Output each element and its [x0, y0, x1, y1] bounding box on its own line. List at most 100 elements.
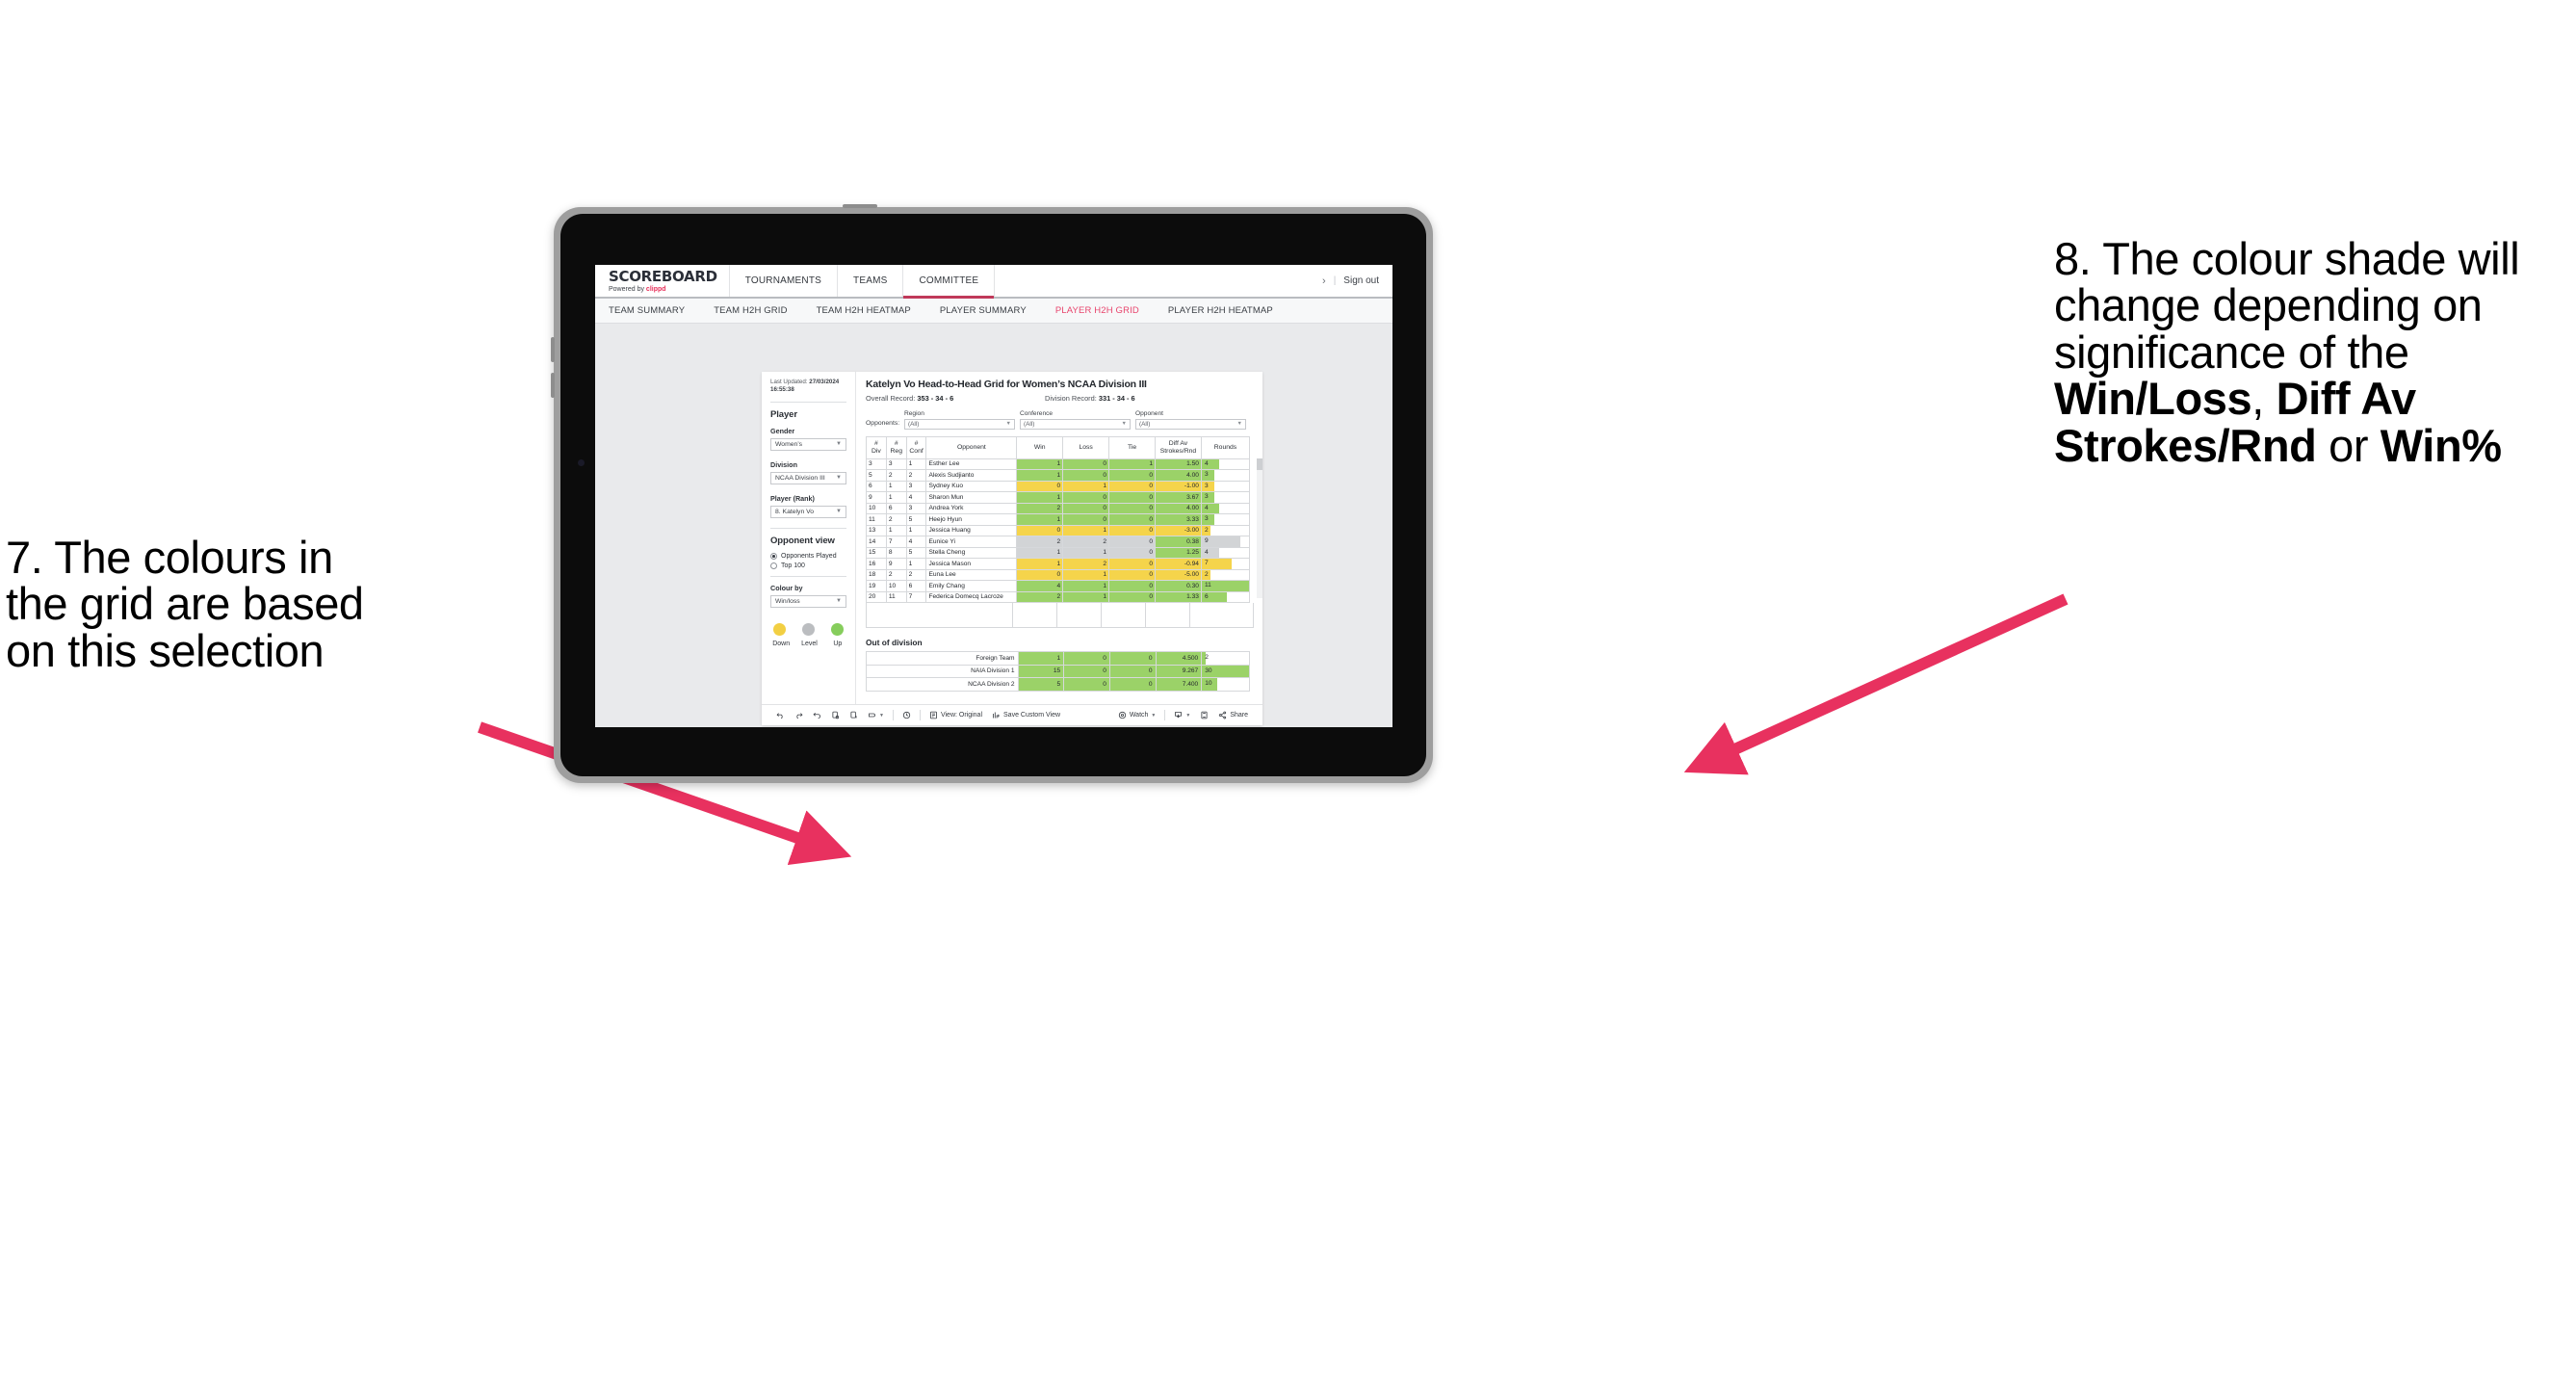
gender-select[interactable]: Women’s ▼	[770, 437, 846, 451]
radio-top-100[interactable]: Top 100	[770, 562, 846, 569]
cell-loss: 0	[1062, 458, 1110, 470]
subnav-team-summary[interactable]: TEAM SUMMARY	[609, 305, 702, 316]
table-row[interactable]: 20 11 7 Federica Domecq Lacroze 2 1 0 1.33 6	[866, 590, 1251, 603]
cell-div: 14	[866, 536, 887, 548]
division-record: Division Record: 331 - 34 - 6	[1045, 394, 1135, 403]
redo-icon[interactable]	[790, 711, 808, 719]
topnav-teams[interactable]: TEAMS	[838, 265, 904, 297]
sign-out-link[interactable]: Sign out	[1343, 275, 1379, 286]
undo-icon[interactable]	[771, 711, 790, 719]
cell-conf: 2	[905, 568, 927, 581]
radio-opponents-played[interactable]: Opponents Played	[770, 552, 846, 560]
cell-rounds: 3	[1200, 513, 1251, 526]
power-button[interactable]	[843, 204, 877, 208]
cell-reg: 7	[885, 536, 907, 548]
conference-select[interactable]: (All) ▼	[1020, 418, 1131, 430]
division-select[interactable]: NCAA Division III ▼	[770, 471, 846, 484]
history-icon[interactable]	[898, 711, 916, 719]
chevron-right-icon[interactable]: ›	[1322, 275, 1326, 287]
subnav-team-h2h-grid[interactable]: TEAM H2H GRID	[714, 305, 804, 316]
visualization-card: Last Updated: 27/03/2024 16:55:38 Player…	[762, 372, 1262, 725]
highlight-icon[interactable]: ▼	[863, 711, 889, 719]
table-row[interactable]: 11 2 5 Heejo Hyun 1 0 0 3.33 3	[866, 513, 1251, 526]
share-icon[interactable]: Share	[1213, 711, 1253, 719]
grid-scrollbar-track[interactable]	[1257, 458, 1262, 598]
cell-rounds: 2	[1201, 651, 1250, 666]
view-original-icon[interactable]: View: Original	[924, 711, 987, 719]
table-row[interactable]: 3 3 1 Esther Lee 1 0 1 1.50 4	[866, 458, 1251, 470]
legend-label-up: Up	[833, 640, 843, 647]
table-row[interactable]: 6 1 3 Sydney Kuo 0 1 0 -1.00 3	[866, 480, 1251, 492]
volume-up-button[interactable]	[551, 337, 555, 362]
cell-loss: 0	[1063, 677, 1110, 692]
table-row[interactable]: 9 1 4 Sharon Mun 1 0 0 3.67 3	[866, 491, 1251, 504]
watch-icon[interactable]: Watch ▼	[1113, 711, 1161, 719]
topnav-committee[interactable]: COMMITTEE	[903, 265, 996, 299]
header-right-actions: › | Sign out	[1322, 265, 1392, 297]
brand-logo[interactable]: SCOREBOARD Powered by clippd	[595, 265, 730, 297]
cell-reg: 3	[885, 458, 907, 470]
legend-dot-down	[773, 622, 786, 636]
radio-icon-selected	[770, 552, 777, 560]
download-icon[interactable]: ▼	[1169, 711, 1195, 719]
cell-div: 16	[866, 558, 887, 570]
cell-tie: 0	[1108, 664, 1157, 678]
table-row[interactable]: 10 6 3 Andrea York 2 0 0 4.00 4	[866, 502, 1251, 514]
cell-win: 4	[1016, 580, 1064, 592]
h2h-grid-head: #Div #Reg #Conf Opponent Win Loss Tie	[866, 435, 1251, 459]
cell-opponent: Euna Lee	[925, 568, 1018, 581]
cell-tie: 0	[1108, 502, 1157, 514]
table-row[interactable]: 18 2 2 Euna Lee 0 1 0 -5.00 2	[866, 568, 1251, 581]
volume-down-button[interactable]	[551, 373, 555, 398]
region-select[interactable]: (All) ▼	[904, 418, 1015, 430]
table-row[interactable]: NCAA Division 2 5 0 0 7.400 10	[866, 677, 1250, 692]
grid-scrollbar-thumb[interactable]	[1257, 458, 1262, 470]
subnav-player-summary[interactable]: PLAYER SUMMARY	[940, 305, 1044, 316]
cell-conf: 3	[905, 502, 927, 514]
subnav-team-h2h-heatmap[interactable]: TEAM H2H HEATMAP	[817, 305, 928, 316]
cell-reg: 10	[885, 580, 907, 592]
player-rank-label: Player (Rank)	[770, 493, 815, 503]
subnav-player-h2h-heatmap[interactable]: PLAYER H2H HEATMAP	[1168, 305, 1290, 316]
record-summary: Overall Record: 353 - 34 - 6 Division Re…	[866, 394, 1254, 403]
cell-win: 0	[1016, 568, 1064, 581]
cell-div: 3	[866, 458, 887, 470]
table-row[interactable]: Foreign Team 1 0 0 4.500 2	[866, 651, 1250, 666]
table-row[interactable]: 14 7 4 Eunice Yi 2 2 0 0.38 9	[866, 536, 1251, 548]
cell-opponent: Stella Cheng	[925, 546, 1018, 559]
cell-win: 1	[1016, 469, 1064, 482]
save-custom-view-icon[interactable]: Save Custom View	[987, 711, 1065, 719]
annotation-8-text: 8. The colour shade will change dependin…	[2054, 235, 2576, 469]
front-camera-icon	[578, 459, 585, 466]
table-row[interactable]: 15 8 5 Stella Cheng 1 1 0 1.25 4	[866, 546, 1251, 559]
refresh-data-icon[interactable]	[826, 711, 845, 719]
table-row[interactable]: 19 10 6 Emily Chang 4 1 0 0.30 11	[866, 580, 1251, 592]
fullscreen-icon[interactable]	[1195, 711, 1213, 719]
cell-tie: 0	[1108, 469, 1157, 482]
player-rank-select[interactable]: 8. Katelyn Vo ▼	[770, 505, 846, 518]
col-loss: Loss	[1062, 435, 1110, 459]
cell-opponent: Jessica Mason	[925, 558, 1018, 570]
table-row[interactable]: 13 1 1 Jessica Huang 0 1 0 -3.00 2	[866, 524, 1251, 536]
cell-tie: 0	[1108, 536, 1157, 548]
pause-updates-icon[interactable]	[845, 711, 863, 719]
cell-opponent: Heejo Hyun	[925, 513, 1018, 526]
cell-diff: 0.38	[1155, 536, 1202, 548]
topnav-tournaments[interactable]: TOURNAMENTS	[730, 265, 839, 297]
h2h-grid-header-row: #Div #Reg #Conf Opponent Win Loss Tie	[866, 435, 1251, 459]
revert-icon[interactable]	[808, 711, 826, 719]
cell-rounds: 10	[1201, 677, 1250, 692]
opponent-select[interactable]: (All) ▼	[1135, 418, 1246, 430]
colour-by-select[interactable]: Win/loss ▼	[770, 594, 846, 608]
table-row[interactable]: NAIA Division 1 15 0 0 9.267 30	[866, 664, 1250, 678]
chevron-down-icon: ▼	[1121, 421, 1127, 427]
cell-rounds: 9	[1200, 536, 1251, 548]
cell-loss: 1	[1062, 524, 1110, 536]
powered-by-label: Powered by	[609, 286, 646, 293]
table-row[interactable]: 5 2 2 Alexis Sudjianto 1 0 0 4.00 3	[866, 469, 1251, 482]
cell-win: 1	[1016, 458, 1064, 470]
table-row[interactable]: 16 9 1 Jessica Mason 1 2 0 -0.94 7	[866, 558, 1251, 570]
subnav-player-h2h-grid[interactable]: PLAYER H2H GRID	[1055, 305, 1157, 316]
cell-loss: 2	[1062, 558, 1110, 570]
chevron-down-icon: ▼	[836, 441, 842, 448]
